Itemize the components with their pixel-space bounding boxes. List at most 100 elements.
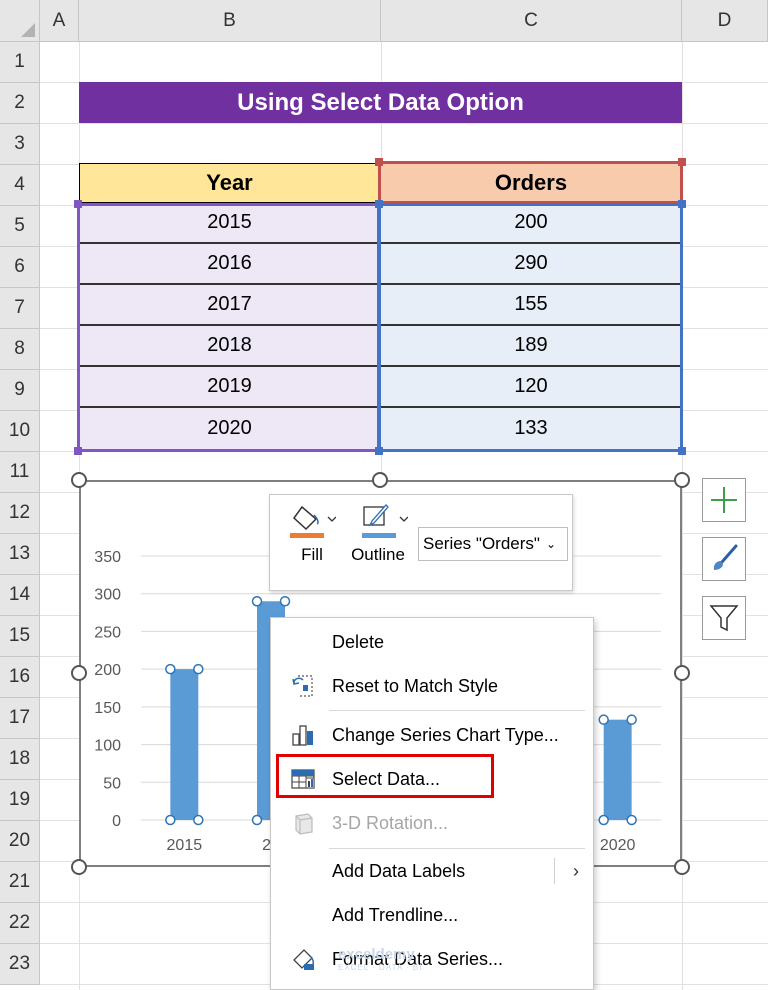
sheet-title: Using Select Data Option [79, 82, 682, 123]
row-header[interactable]: 7 [0, 288, 40, 329]
bar-selection-handle[interactable] [193, 663, 204, 675]
row-header[interactable]: 6 [0, 247, 40, 288]
row-header[interactable]: 10 [0, 411, 40, 452]
bar-selection-handle[interactable] [598, 814, 609, 826]
range-handle[interactable] [74, 200, 82, 208]
chart-resize-handle[interactable] [674, 472, 690, 488]
chart-type-icon [289, 721, 317, 749]
range-handle[interactable] [375, 200, 383, 208]
fill-button[interactable]: Fill [288, 503, 336, 565]
menu-item-format-data-series[interactable]: Format Data Series... [271, 938, 593, 980]
format-series-icon [289, 945, 317, 973]
bar-2020[interactable] [603, 719, 632, 820]
column-header-d[interactable]: D [682, 0, 768, 42]
menu-item-delete[interactable]: Delete [271, 621, 593, 663]
y-tick-label: 350 [94, 549, 121, 566]
menu-item-label: Delete [332, 631, 385, 652]
row-header[interactable]: 18 [0, 739, 40, 780]
outline-button[interactable]: Outline [348, 503, 408, 565]
row-header[interactable]: 11 [0, 452, 40, 493]
range-handle[interactable] [678, 158, 686, 166]
row-header[interactable]: 22 [0, 903, 40, 944]
chart-resize-handle[interactable] [71, 472, 87, 488]
y-tick-label: 50 [103, 775, 121, 792]
select-data-highlight [276, 754, 494, 798]
range-handle[interactable] [678, 200, 686, 208]
column-header-a[interactable]: A [40, 0, 79, 42]
menu-item-label: Reset to Match Style [332, 675, 499, 696]
bar-selection-handle[interactable] [598, 714, 609, 725]
row-header[interactable]: 3 [0, 124, 40, 165]
x-tick-label: 2020 [600, 837, 636, 854]
watermark-logo: exceldemy EXCEL · DATA · BI [338, 946, 423, 972]
row-header[interactable]: 4 [0, 165, 40, 206]
chart-styles-button[interactable] [702, 537, 746, 581]
row-header[interactable]: 14 [0, 575, 40, 616]
row-header[interactable]: 15 [0, 616, 40, 657]
y-tick-label: 200 [94, 662, 121, 679]
bar-selection-handle[interactable] [251, 814, 263, 826]
chart-resize-handle[interactable] [71, 859, 87, 875]
series-dropdown[interactable]: Series "Orders" ⌄ [418, 527, 568, 561]
menu-item-label: 3-D Rotation... [332, 812, 449, 833]
bar-selection-handle[interactable] [165, 814, 176, 826]
outline-label: Outline [351, 545, 405, 564]
bar-selection-handle[interactable] [626, 714, 637, 725]
fill-bucket-icon [290, 505, 336, 538]
funnel-icon [709, 605, 739, 632]
range-handle[interactable] [74, 447, 82, 455]
bar-selection-handle[interactable] [279, 596, 291, 607]
row-header[interactable]: 12 [0, 493, 40, 534]
bar-selection-handle[interactable] [251, 596, 263, 607]
row-header[interactable]: 8 [0, 329, 40, 370]
bar-selection-handle[interactable] [626, 814, 637, 826]
fill-label: Fill [301, 545, 323, 564]
row-header[interactable]: 17 [0, 698, 40, 739]
bar-selection-handle[interactable] [165, 663, 176, 675]
row-header[interactable]: 20 [0, 821, 40, 862]
x-tick-label: 2015 [167, 837, 203, 854]
select-all-corner[interactable] [0, 0, 40, 42]
chart-filters-button[interactable] [702, 596, 746, 640]
row-header[interactable]: 13 [0, 534, 40, 575]
reset-style-icon [289, 672, 317, 700]
menu-item-add-trendline[interactable]: Add Trendline... [271, 894, 593, 936]
row-header[interactable]: 23 [0, 944, 40, 985]
range-handle[interactable] [375, 158, 383, 166]
chart-resize-handle[interactable] [71, 665, 87, 681]
chart-resize-handle[interactable] [674, 665, 690, 681]
menu-item-add-data-labels[interactable]: Add Data Labels › [271, 850, 593, 892]
row-header[interactable]: 2 [0, 83, 40, 124]
submenu-arrow-icon: › [573, 860, 579, 881]
y-tick-label: 100 [94, 738, 121, 755]
row-header[interactable]: 19 [0, 780, 40, 821]
y-tick-label: 150 [94, 700, 121, 717]
row-header[interactable]: 1 [0, 42, 40, 83]
chart-resize-handle[interactable] [372, 472, 388, 488]
series-dropdown-value: Series "Orders" [423, 534, 540, 553]
range-handle[interactable] [678, 447, 686, 455]
rotation-icon [289, 809, 317, 837]
category-range [77, 203, 380, 452]
context-menu: Delete Reset to Match Style Change Serie… [270, 617, 594, 990]
column-header-c[interactable]: C [381, 0, 682, 42]
row-header[interactable]: 16 [0, 657, 40, 698]
chart-elements-button[interactable] [702, 478, 746, 522]
header-year[interactable]: Year [79, 163, 380, 203]
row-header[interactable]: 21 [0, 862, 40, 903]
series-name-range [378, 161, 683, 204]
range-handle[interactable] [375, 447, 383, 455]
outline-pen-icon [362, 504, 408, 538]
row-header[interactable]: 5 [0, 206, 40, 247]
menu-item-3d-rotation: 3-D Rotation... [271, 802, 593, 844]
menu-item-label: Add Data Labels [332, 860, 466, 881]
y-tick-label: 250 [94, 624, 121, 641]
bar-selection-handle[interactable] [193, 814, 204, 826]
bar-2015[interactable] [170, 669, 199, 820]
menu-item-reset-style[interactable]: Reset to Match Style [271, 665, 593, 707]
row-header[interactable]: 9 [0, 370, 40, 411]
column-header-b[interactable]: B [79, 0, 381, 42]
menu-item-label: Add Trendline... [332, 904, 459, 925]
chart-resize-handle[interactable] [674, 859, 690, 875]
menu-item-change-chart-type[interactable]: Change Series Chart Type... [271, 714, 593, 756]
